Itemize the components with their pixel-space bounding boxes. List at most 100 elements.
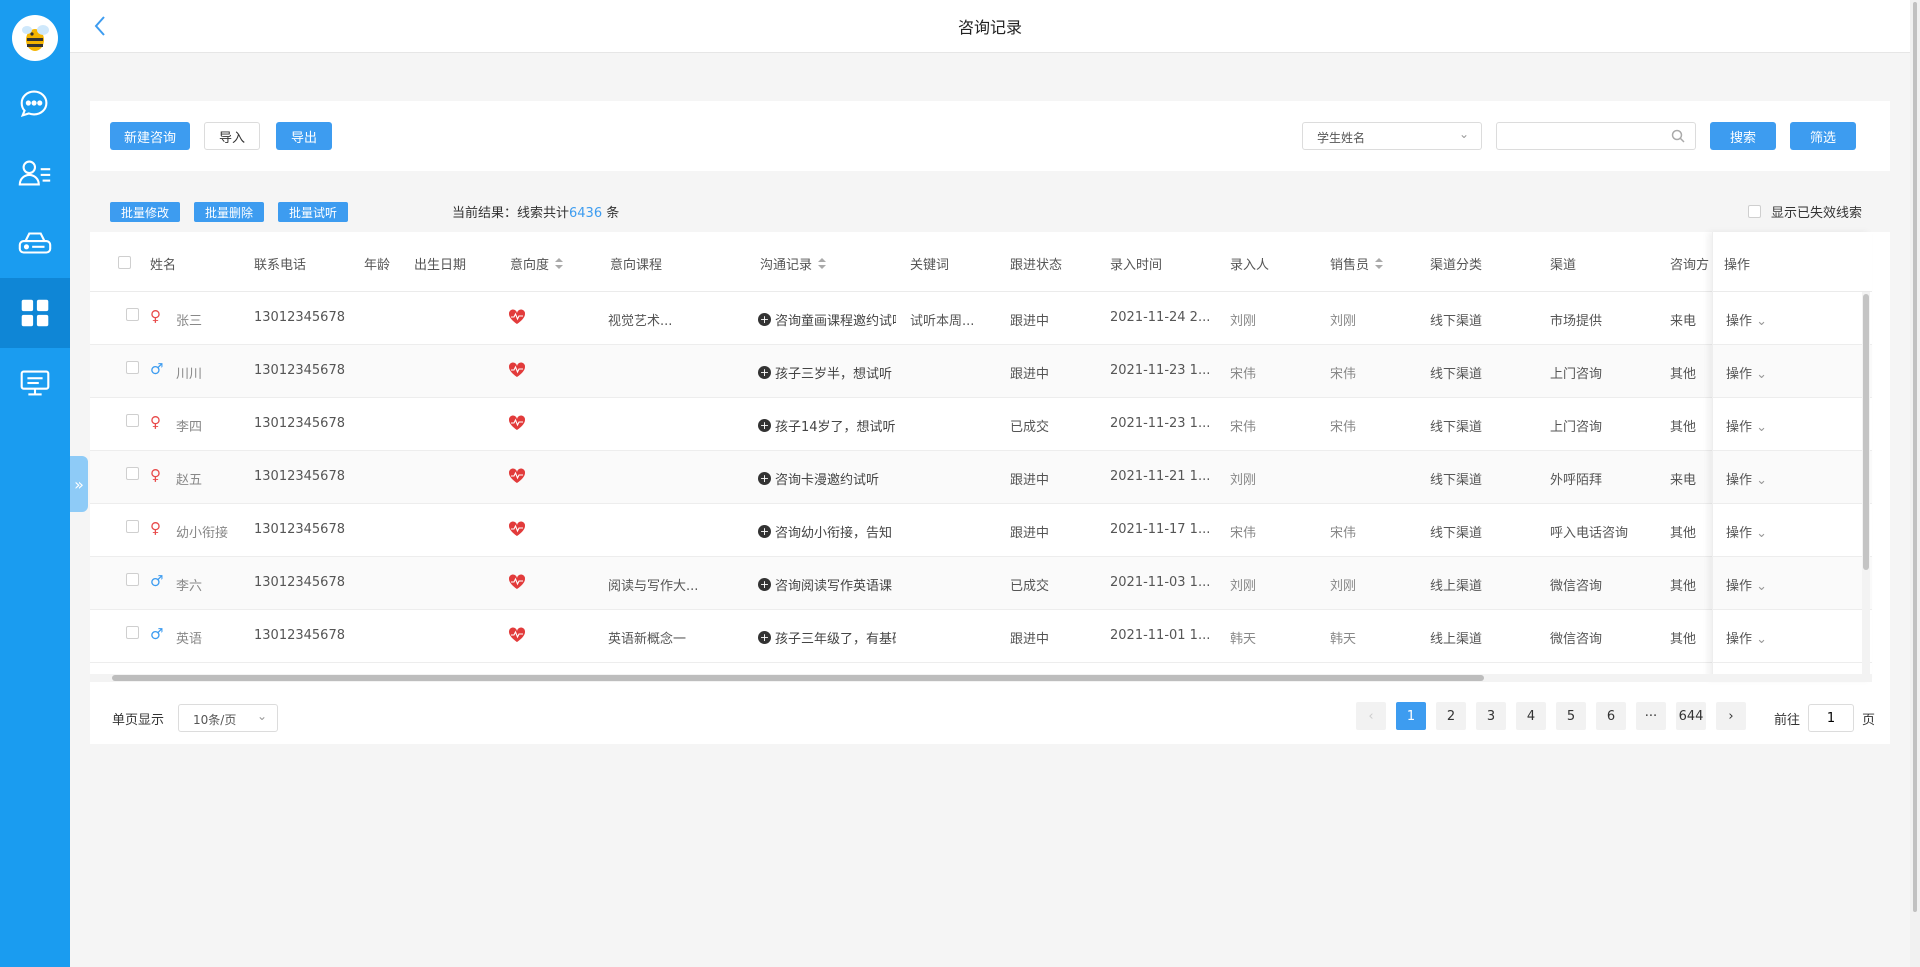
col-name: 姓名 <box>150 258 177 273</box>
col-comm[interactable]: 沟通记录 <box>760 254 827 273</box>
row-action-dropdown[interactable]: 操作 ⌄ <box>1726 522 1767 541</box>
cell-status: 跟进中 <box>1010 367 1050 382</box>
cell-name[interactable]: 赵五 <box>176 469 256 488</box>
page-button[interactable]: 1 <box>1396 702 1426 730</box>
table-row[interactable]: ♂ 李六 13012345678 阅读与写作大... + 咨询阅读写作英语课 已成交 2021… <box>90 557 1872 610</box>
table-row[interactable]: ♂ 川川 13012345678 + 孩子三岁半，想试听 跟进中 2021-11-23 1.… <box>90 345 1872 398</box>
table-row[interactable]: ♀ 赵五 13012345678 + 咨询卡漫邀约试听 跟进中 2021-11-21 1..… <box>90 451 1872 504</box>
sort-icon[interactable] <box>818 257 827 270</box>
nav-users[interactable] <box>0 138 70 208</box>
cell-name[interactable]: 川川 <box>176 363 256 382</box>
cell-comm[interactable]: + 咨询卡漫邀约试听 <box>758 469 896 488</box>
cell-consult-way: 其他 <box>1670 579 1697 594</box>
show-invalid-toggle[interactable]: 显示已失效线索 <box>1748 202 1862 221</box>
col-intent[interactable]: 意向度 <box>510 254 564 273</box>
plus-circle-icon: + <box>758 631 771 644</box>
sort-icon[interactable] <box>555 257 564 270</box>
page-size-select[interactable]: 10条/页 ⌄ <box>178 704 279 732</box>
page-button[interactable]: 2 <box>1436 702 1466 730</box>
row-checkbox[interactable] <box>126 414 139 427</box>
table-row[interactable]: ♀ 张三 13012345678 视觉艺术... + 咨询童画课程邀约试听 试听本周... 跟… <box>90 292 1872 345</box>
row-checkbox[interactable] <box>126 361 139 374</box>
cell-status: 跟进中 <box>1010 473 1050 488</box>
cell-entry-person: 刘刚 <box>1230 314 1257 329</box>
new-consult-button[interactable]: 新建咨询 <box>110 122 190 150</box>
cell-name[interactable]: 李四 <box>176 416 256 435</box>
page-button[interactable]: 6 <box>1596 702 1626 730</box>
nav-monitor[interactable] <box>0 348 70 418</box>
row-action-dropdown[interactable]: 操作 ⌄ <box>1726 363 1767 382</box>
search-icon[interactable] <box>1670 128 1686 144</box>
cell-comm[interactable]: + 孩子三岁半，想试听 <box>758 363 896 382</box>
cell-comm[interactable]: + 咨询阅读写作英语课 <box>758 575 896 594</box>
page-button[interactable]: 5 <box>1556 702 1586 730</box>
sidebar-expand-toggle[interactable]: » <box>70 456 88 512</box>
page-button[interactable]: 4 <box>1516 702 1546 730</box>
show-invalid-label: 显示已失效线索 <box>1771 206 1863 221</box>
sort-icon[interactable] <box>1375 257 1384 270</box>
table-horizontal-scrollbar[interactable] <box>90 674 1872 682</box>
export-button[interactable]: 导出 <box>276 122 332 150</box>
cell-consult-way: 其他 <box>1670 526 1697 541</box>
logo-bee-icon[interactable] <box>12 15 58 61</box>
cell-seller: 韩天 <box>1330 632 1357 647</box>
goto-page-input[interactable] <box>1808 704 1855 732</box>
col-seller[interactable]: 销售员 <box>1330 254 1384 273</box>
grid-icon <box>21 299 49 327</box>
page-button[interactable]: 644 <box>1676 702 1706 730</box>
chevron-down-icon: ⌄ <box>1756 526 1768 541</box>
page-scrollbar[interactable] <box>1910 0 1920 967</box>
table-vertical-scrollbar[interactable] <box>1862 292 1870 680</box>
page-button[interactable]: 3 <box>1476 702 1506 730</box>
nav-device[interactable] <box>0 208 70 278</box>
batch-trial-button[interactable]: 批量试听 <box>278 202 348 222</box>
row-action-dropdown[interactable]: 操作 ⌄ <box>1726 469 1767 488</box>
table-row[interactable]: ♀ 幼小衔接 13012345678 + 咨询幼小衔接，告知 跟进中 2021-11-17 … <box>90 504 1872 557</box>
batch-modify-button[interactable]: 批量修改 <box>110 202 180 222</box>
cell-entry-person: 宋伟 <box>1230 367 1257 382</box>
heart-icon <box>508 362 526 378</box>
select-all-checkbox[interactable] <box>118 256 131 269</box>
row-checkbox[interactable] <box>126 520 139 533</box>
show-invalid-checkbox[interactable] <box>1748 205 1761 218</box>
cell-entry-time: 2021-11-24 2... <box>1110 310 1211 325</box>
row-checkbox[interactable] <box>126 573 139 586</box>
screen-button[interactable]: 筛选 <box>1790 122 1856 150</box>
cell-name[interactable]: 英语 <box>176 628 256 647</box>
page-ellipsis[interactable]: ··· <box>1636 702 1666 730</box>
row-action-dropdown[interactable]: 操作 ⌄ <box>1726 628 1767 647</box>
goto-prefix: 前往 <box>1774 712 1801 728</box>
nav-dashboard[interactable] <box>0 278 70 348</box>
comm-text: 咨询童画课程邀约试听 <box>775 314 896 329</box>
row-action-dropdown[interactable]: 操作 ⌄ <box>1726 416 1767 435</box>
col-intent-label: 意向度 <box>510 258 550 273</box>
nav-chat[interactable] <box>0 68 70 138</box>
cell-channel-type: 线下渠道 <box>1430 420 1483 435</box>
search-button[interactable]: 搜索 <box>1710 122 1776 150</box>
cell-name[interactable]: 张三 <box>176 310 256 329</box>
cell-entry-person: 宋伟 <box>1230 526 1257 541</box>
table-row[interactable]: ♀ 李四 13012345678 + 孩子14岁了，想试听 已成交 2021-11-23 1… <box>90 398 1872 451</box>
goto-page: 前往 页 <box>1774 704 1875 732</box>
result-prefix: 当前结果：线索共计 <box>452 206 570 221</box>
row-action-dropdown[interactable]: 操作 ⌄ <box>1726 575 1767 594</box>
next-page-button[interactable]: › <box>1716 702 1746 730</box>
row-action-dropdown[interactable]: 操作 ⌄ <box>1726 310 1767 329</box>
row-checkbox[interactable] <box>126 626 139 639</box>
import-button[interactable]: 导入 <box>204 122 260 150</box>
cell-name[interactable]: 李六 <box>176 575 256 594</box>
prev-page-button[interactable]: ‹ <box>1356 702 1386 730</box>
batch-delete-button[interactable]: 批量删除 <box>194 202 264 222</box>
cell-comm[interactable]: + 孩子三年级了，有基础 <box>758 628 896 647</box>
filter-field-select[interactable]: 学生姓名 ⌄ <box>1302 122 1482 150</box>
row-checkbox[interactable] <box>126 308 139 321</box>
cell-comm[interactable]: + 咨询幼小衔接，告知 <box>758 522 896 541</box>
search-input[interactable] <box>1496 122 1696 150</box>
row-checkbox[interactable] <box>126 467 139 480</box>
table-row[interactable]: ♂ 英语 13012345678 英语新概念一 + 孩子三年级了，有基础 跟进中 2021-1… <box>90 610 1872 663</box>
cell-comm[interactable]: + 咨询童画课程邀约试听 <box>758 310 896 329</box>
cell-channel: 外呼陌拜 <box>1550 473 1603 488</box>
cell-name[interactable]: 幼小衔接 <box>176 522 256 541</box>
cell-status: 跟进中 <box>1010 314 1050 329</box>
cell-comm[interactable]: + 孩子14岁了，想试听 <box>758 416 896 435</box>
